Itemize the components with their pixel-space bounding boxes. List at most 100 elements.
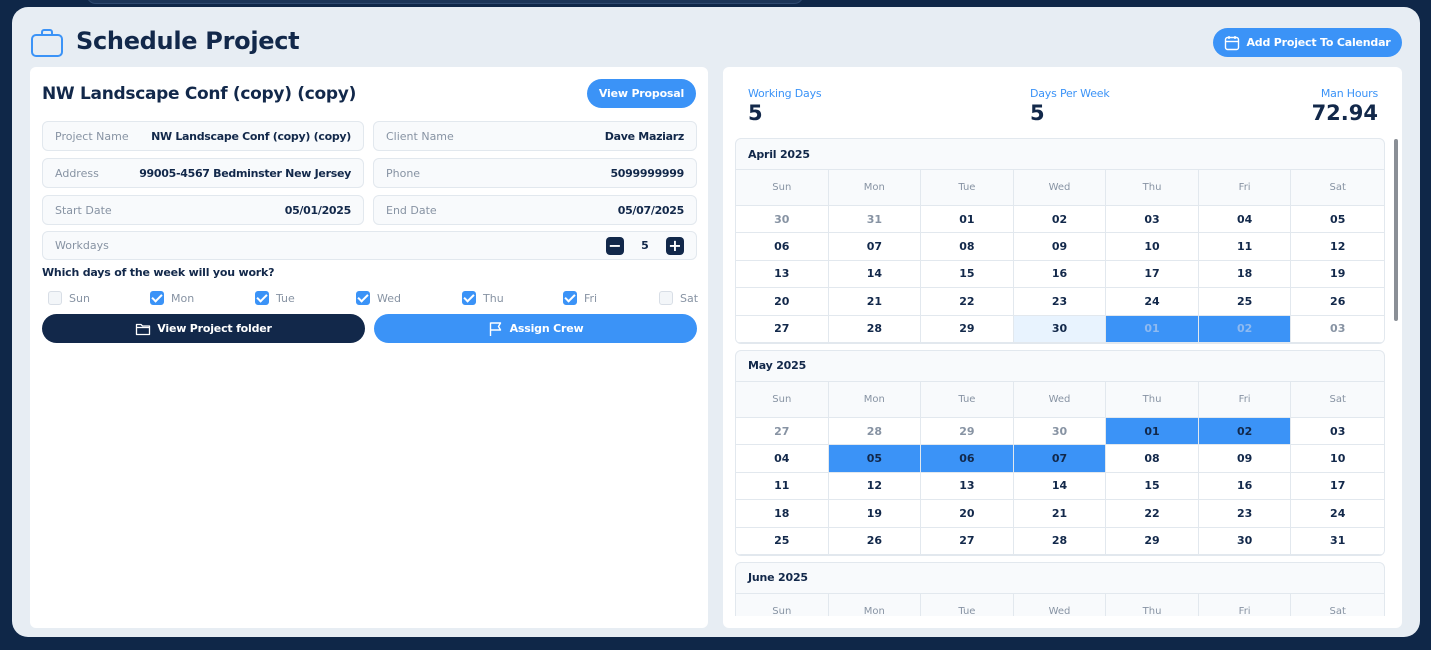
calendar-day[interactable]: 11 [736,472,829,501]
calendar-day-selected[interactable]: 02 [1198,315,1292,343]
calendar-day[interactable]: 19 [1291,260,1384,289]
checkbox-checked[interactable] [462,291,476,305]
calendar-day[interactable]: 18 [1198,260,1292,289]
calendar-day[interactable]: 14 [1013,472,1107,501]
calendar-day[interactable]: 27 [736,417,829,446]
calendar-day[interactable]: 05 [1291,206,1384,234]
calendar-day[interactable]: 17 [1291,472,1384,501]
calendar-day[interactable]: 21 [1013,500,1107,528]
calendar-day[interactable]: 07 [828,233,922,261]
calendar-day[interactable]: 11 [1198,233,1292,261]
calendar-day[interactable]: 03 [1291,315,1384,343]
calendar-day[interactable]: 02 [1013,206,1107,234]
calendar-day[interactable]: 12 [828,472,922,501]
assign-crew-button[interactable]: Assign Crew [374,314,697,343]
top-search-bar [86,0,804,4]
calendar-day[interactable]: 10 [1106,233,1199,261]
calendar-day[interactable]: 19 [828,500,922,528]
calendar-day[interactable]: 13 [736,260,829,289]
workdays-stepper: − 5 + [606,236,684,255]
calendar-day[interactable]: 15 [1106,472,1199,501]
calendar-day-selected[interactable]: 01 [1106,315,1199,343]
project-name-field[interactable]: Project Name NW Landscape Conf (copy) (c… [42,121,364,151]
calendar-scroll-area[interactable]: April 2025 Sun Mon Tue Wed Thu Fri Sat 30 31 01 02 0… [735,138,1388,616]
calendar-day[interactable]: 03 [1106,206,1199,234]
calendar-day[interactable]: 04 [1198,206,1292,234]
calendar-day[interactable]: 23 [1198,500,1292,528]
start-date-field[interactable]: Start Date 05/01/2025 [42,195,364,225]
calendar-day[interactable]: 28 [1013,527,1107,555]
calendar-day[interactable]: 10 [1291,445,1384,473]
checkbox[interactable] [48,291,62,305]
calendar-day[interactable]: 30 [736,206,829,234]
calendar-day[interactable]: 26 [1291,288,1384,316]
calendar-day[interactable]: 26 [828,527,922,555]
calendar-day[interactable]: 30 [1198,527,1292,555]
calendar-day[interactable]: 04 [736,445,829,473]
calendar-day[interactable]: 09 [1198,445,1292,473]
end-date-field[interactable]: End Date 05/07/2025 [373,195,697,225]
calendar-day[interactable]: 08 [1106,445,1199,473]
calendar-day[interactable]: 14 [828,260,922,289]
calendar-day-selected[interactable]: 05 [828,445,922,473]
calendar-day[interactable]: 31 [1291,527,1384,555]
view-project-folder-button[interactable]: View Project folder [42,314,365,343]
calendar-day[interactable]: 20 [736,288,829,316]
view-proposal-button[interactable]: View Proposal [587,79,696,108]
calendar-day[interactable]: 22 [1106,500,1199,528]
calendar-day[interactable]: 20 [921,500,1014,528]
calendar-day[interactable]: 03 [1291,417,1384,446]
calendar-day[interactable]: 27 [736,315,829,343]
checkbox[interactable] [659,291,673,305]
calendar-day-selected[interactable]: 01 [1106,417,1199,446]
calendar-day[interactable]: 24 [1291,500,1384,528]
calendar-day[interactable]: 24 [1106,288,1199,316]
calendar-day[interactable]: 28 [828,417,922,446]
day-checkbox-thu[interactable]: Thu [462,291,504,305]
calendar-day[interactable]: 12 [1291,233,1384,261]
calendar-day-selected[interactable]: 02 [1198,417,1292,446]
calendar-day[interactable]: 30 [1013,315,1107,343]
decrement-button[interactable]: − [606,236,624,255]
calendar-day[interactable]: 25 [736,527,829,555]
calendar-day[interactable]: 25 [1198,288,1292,316]
calendar-day[interactable]: 16 [1013,260,1107,289]
calendar-day[interactable]: 17 [1106,260,1199,289]
calendar-day[interactable]: 09 [1013,233,1107,261]
calendar-day[interactable]: 28 [828,315,922,343]
calendar-day[interactable]: 30 [1013,417,1107,446]
calendar-day[interactable]: 06 [736,233,829,261]
day-checkbox-wed[interactable]: Wed [356,291,401,305]
calendar-day[interactable]: 21 [828,288,922,316]
checkbox-checked[interactable] [150,291,164,305]
calendar-day[interactable]: 27 [921,527,1014,555]
day-checkbox-sun[interactable]: Sun [48,291,90,305]
increment-button[interactable]: + [666,236,684,255]
calendar-day[interactable]: 29 [921,417,1014,446]
day-checkbox-fri[interactable]: Fri [563,291,597,305]
calendar-day-selected[interactable]: 06 [921,445,1014,473]
add-to-calendar-button[interactable]: Add Project To Calendar [1213,28,1402,57]
day-checkbox-tue[interactable]: Tue [255,291,295,305]
calendar-day[interactable]: 23 [1013,288,1107,316]
checkbox-checked[interactable] [356,291,370,305]
calendar-day[interactable]: 18 [736,500,829,528]
address-field[interactable]: Address 99005-4567 Bedminster New Jersey [42,158,364,188]
client-name-field[interactable]: Client Name Dave Maziarz [373,121,697,151]
calendar-scrollbar[interactable] [1394,139,1398,321]
calendar-day[interactable]: 29 [921,315,1014,343]
phone-field[interactable]: Phone 5099999999 [373,158,697,188]
calendar-day[interactable]: 29 [1106,527,1199,555]
calendar-day[interactable]: 08 [921,233,1014,261]
checkbox-checked[interactable] [255,291,269,305]
calendar-day-selected[interactable]: 07 [1013,445,1107,473]
calendar-day[interactable]: 22 [921,288,1014,316]
calendar-day[interactable]: 01 [921,206,1014,234]
calendar-day[interactable]: 15 [921,260,1014,289]
calendar-day[interactable]: 13 [921,472,1014,501]
day-checkbox-mon[interactable]: Mon [150,291,194,305]
calendar-day[interactable]: 31 [828,206,922,234]
checkbox-checked[interactable] [563,291,577,305]
day-checkbox-sat[interactable]: Sat [659,291,698,305]
calendar-day[interactable]: 16 [1198,472,1292,501]
